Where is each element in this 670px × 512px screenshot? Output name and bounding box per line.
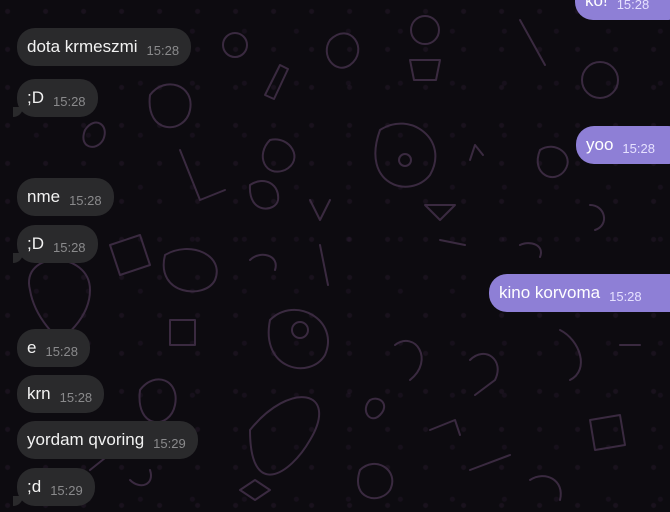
bubble-tail (13, 496, 23, 506)
message-time: 15:29 (50, 482, 83, 498)
message-text: ko! (585, 0, 608, 10)
message-bubble-incoming[interactable]: ;D 15:28 (13, 79, 98, 117)
message-time: 15:28 (53, 239, 86, 255)
message-bubble-outgoing[interactable]: ko! 15:28 (575, 0, 670, 20)
message-time: 15:28 (69, 192, 102, 208)
message-time: 15:28 (59, 389, 93, 405)
message-bubble-incoming[interactable]: krn 15:28 (17, 375, 105, 413)
message-text: dota krmeszmi (27, 37, 138, 56)
message-time: 15:28 (609, 288, 642, 304)
bubble-tail (13, 107, 23, 117)
message-bubble-incoming[interactable]: yordam qvoring 15:29 (17, 421, 198, 459)
message-text: e (27, 338, 37, 357)
message-time: 15:28 (616, 0, 650, 12)
message-text: ;d (27, 477, 42, 496)
message-bubble-outgoing[interactable]: yoo 15:28 (576, 126, 670, 164)
message-text: nme (27, 187, 61, 206)
message-time: 15:28 (146, 42, 180, 58)
message-time: 15:28 (53, 93, 86, 109)
message-time: 15:28 (622, 140, 655, 156)
message-bubble-outgoing[interactable]: kino korvoma 15:28 (489, 274, 670, 312)
message-text: ;D (27, 234, 44, 253)
chat-area[interactable]: ko! 15:28 dota krmeszmi 15:28 ;D 15:28 y… (0, 0, 670, 512)
message-text: yoo (586, 135, 614, 154)
message-text: krn (27, 384, 51, 403)
message-text: ;D (27, 88, 44, 107)
bubble-tail (13, 253, 23, 263)
message-text: kino korvoma (499, 283, 601, 302)
message-bubble-incoming[interactable]: nme 15:28 (17, 178, 114, 216)
message-bubble-incoming[interactable]: ;d 15:29 (13, 468, 95, 506)
message-text: yordam qvoring (27, 430, 145, 449)
message-bubble-incoming[interactable]: e 15:28 (17, 329, 91, 367)
message-time: 15:29 (153, 435, 186, 451)
message-time: 15:28 (45, 343, 79, 359)
message-bubble-incoming[interactable]: dota krmeszmi 15:28 (17, 28, 192, 66)
message-bubble-incoming[interactable]: ;D 15:28 (13, 225, 98, 263)
